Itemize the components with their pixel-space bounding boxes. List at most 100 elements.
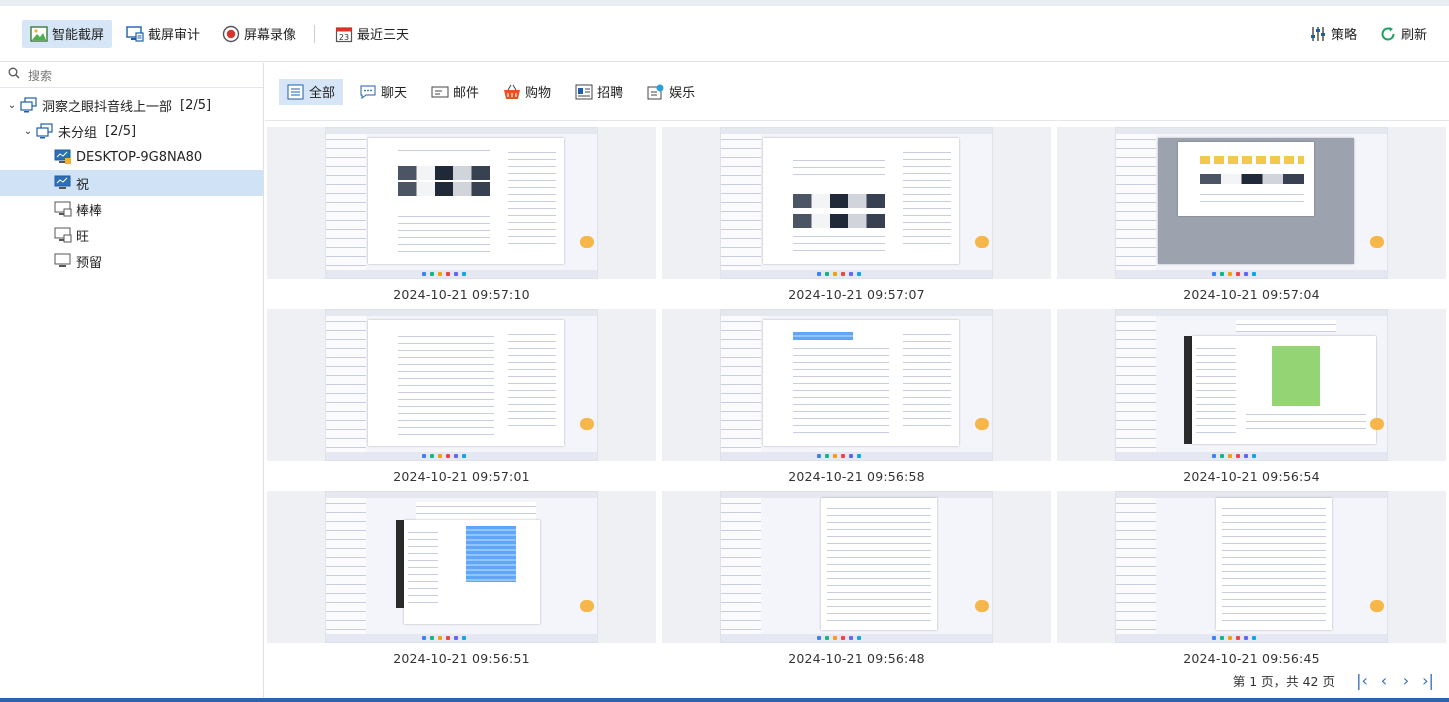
prev-page-icon[interactable]: ‹ xyxy=(1375,671,1393,690)
screenshot-thumbnail[interactable] xyxy=(1115,491,1388,643)
capture-audit-label: 截屏审计 xyxy=(148,28,201,43)
screenshot-thumbnail[interactable] xyxy=(1115,127,1388,279)
screenshot-timestamp: 2024-10-21 09:56:45 xyxy=(1183,651,1320,666)
recent-three-days-label: 最近三天 xyxy=(357,28,410,43)
tree-root-count: [2/5] xyxy=(180,97,212,113)
screenshot-timestamp: 2024-10-21 09:56:58 xyxy=(788,469,925,484)
screenshot-card[interactable]: 2024-10-21 09:56:51 xyxy=(267,491,656,666)
screenshot-timestamp: 2024-10-21 09:57:07 xyxy=(788,287,925,302)
search-box[interactable]: 搜索 xyxy=(0,63,263,88)
tree-group-count: [2/5] xyxy=(105,123,137,139)
recent-three-days-button[interactable]: 23 最近三天 xyxy=(327,20,417,48)
record-icon xyxy=(222,25,240,43)
device-label: 旺 xyxy=(76,229,90,245)
screenshot-card[interactable]: 2024-10-21 09:56:48 xyxy=(662,491,1051,666)
screenshot-thumbnail[interactable] xyxy=(1115,309,1388,461)
category-mail[interactable]: 邮件 xyxy=(423,79,487,105)
list-icon xyxy=(287,84,305,100)
monitor-audit-icon xyxy=(126,25,144,43)
mail-icon xyxy=(431,84,449,100)
device-label: DESKTOP-9G8NA80 xyxy=(76,149,203,165)
tree-group-node[interactable]: ⌄ 未分组 [2/5] xyxy=(0,118,263,144)
device-item[interactable]: DESKTOP-9G8NA80 xyxy=(0,144,263,170)
next-page-icon[interactable]: › xyxy=(1397,671,1415,690)
calendar-icon: 23 xyxy=(335,25,353,43)
category-recruit[interactable]: 招聘 xyxy=(567,79,631,105)
screenshot-timestamp: 2024-10-21 09:56:51 xyxy=(393,651,530,666)
screenshot-thumbnail[interactable] xyxy=(720,127,993,279)
refresh-icon xyxy=(1379,25,1397,43)
screenshot-card[interactable]: 2024-10-21 09:56:54 xyxy=(1057,309,1446,484)
screenshot-thumbnail[interactable] xyxy=(325,127,598,279)
toolbar-divider xyxy=(314,24,316,43)
category-shopping[interactable]: 购物 xyxy=(495,79,559,105)
toolbar-right-group: 策略 刷新 xyxy=(1295,20,1449,48)
screenshot-thumbnail[interactable] xyxy=(325,309,598,461)
screenshot-card[interactable]: 2024-10-21 09:56:45 xyxy=(1057,491,1446,666)
policy-label: 策略 xyxy=(1330,28,1357,43)
search-icon xyxy=(8,67,20,83)
screenshot-card[interactable]: 2024-10-21 09:57:04 xyxy=(1057,127,1446,302)
chevron-down-icon[interactable]: ⌄ xyxy=(6,100,18,111)
category-label: 招聘 xyxy=(597,86,624,101)
category-filter-bar: 全部 聊天 邮件 购物 招聘 娱乐 xyxy=(265,63,1449,121)
screenshot-card[interactable]: 2024-10-21 09:57:10 xyxy=(267,127,656,302)
device-label: 棒棒 xyxy=(76,203,103,219)
offline-monitor-icon xyxy=(54,201,72,217)
category-label: 购物 xyxy=(525,86,552,101)
policy-button[interactable]: 策略 xyxy=(1301,20,1365,48)
smart-capture-label: 智能截屏 xyxy=(52,28,105,43)
pagination: 第 1 页，共 42 页 |‹ ‹ › ›| xyxy=(1233,671,1437,690)
screenshot-thumbnail[interactable] xyxy=(720,309,993,461)
device-item-selected[interactable]: 祝 xyxy=(0,170,263,196)
group-monitors-icon xyxy=(20,97,38,113)
device-tree-panel: 搜索 ⌄ 洞察之眼抖音线上一部 [2/5] ⌄ 未分组 [2/5] DESKTO… xyxy=(0,63,264,698)
device-item[interactable]: 旺 xyxy=(0,222,263,248)
refresh-label: 刷新 xyxy=(1400,28,1427,43)
screenshot-card[interactable]: 2024-10-21 09:57:01 xyxy=(267,309,656,484)
category-entertainment[interactable]: 娱乐 xyxy=(639,79,703,105)
screenshot-thumbnail[interactable] xyxy=(325,491,598,643)
capture-audit-button[interactable]: 截屏审计 xyxy=(118,20,208,48)
tree-root-node[interactable]: ⌄ 洞察之眼抖音线上一部 [2/5] xyxy=(0,92,263,118)
smart-capture-button[interactable]: 智能截屏 xyxy=(22,19,113,48)
tree-group-label: 未分组 xyxy=(58,125,98,141)
offline-monitor-icon xyxy=(54,227,72,243)
category-label: 聊天 xyxy=(381,86,408,101)
category-chat[interactable]: 聊天 xyxy=(351,79,415,105)
device-item[interactable]: 棒棒 xyxy=(0,196,263,222)
device-label: 预留 xyxy=(76,255,103,271)
category-all[interactable]: 全部 xyxy=(279,78,344,105)
search-input[interactable]: 搜索 xyxy=(28,67,52,84)
screenshot-card[interactable]: 2024-10-21 09:57:07 xyxy=(662,127,1051,302)
first-page-icon[interactable]: |‹ xyxy=(1353,671,1371,690)
window-bottom-border xyxy=(0,698,1449,702)
screenshot-timestamp: 2024-10-21 09:57:04 xyxy=(1183,287,1320,302)
refresh-button[interactable]: 刷新 xyxy=(1371,20,1435,48)
recruit-card-icon xyxy=(575,84,593,100)
category-label: 全部 xyxy=(309,86,336,101)
image-icon xyxy=(30,25,48,43)
screenshot-timestamp: 2024-10-21 09:56:54 xyxy=(1183,469,1320,484)
online-monitor-warning-icon xyxy=(54,149,72,165)
screenshot-timestamp: 2024-10-21 09:57:10 xyxy=(393,287,530,302)
tree-root-label: 洞察之眼抖音线上一部 xyxy=(42,99,173,115)
sliders-icon xyxy=(1309,25,1327,43)
shopping-basket-icon xyxy=(503,84,521,100)
screen-record-button[interactable]: 屏幕录像 xyxy=(214,20,304,48)
chevron-down-icon[interactable]: ⌄ xyxy=(22,126,34,137)
screenshot-thumbnail[interactable] xyxy=(720,491,993,643)
device-item[interactable]: 预留 xyxy=(0,248,263,274)
screenshot-timestamp: 2024-10-21 09:56:48 xyxy=(788,651,925,666)
online-monitor-icon xyxy=(54,175,72,191)
page-indicator: 第 1 页，共 42 页 xyxy=(1232,674,1335,689)
calendar-day-text: 23 xyxy=(339,33,349,42)
last-page-icon[interactable]: ›| xyxy=(1419,671,1437,690)
offline-monitor-icon xyxy=(54,253,72,269)
category-label: 娱乐 xyxy=(669,86,696,101)
device-label: 祝 xyxy=(76,177,90,193)
chat-bubble-icon xyxy=(359,84,377,100)
screenshot-card[interactable]: 2024-10-21 09:56:58 xyxy=(662,309,1051,484)
main-toolbar: 智能截屏 截屏审计 屏幕录像 23 最近三天 策略 刷新 xyxy=(0,6,1449,62)
entertainment-icon xyxy=(647,84,665,100)
